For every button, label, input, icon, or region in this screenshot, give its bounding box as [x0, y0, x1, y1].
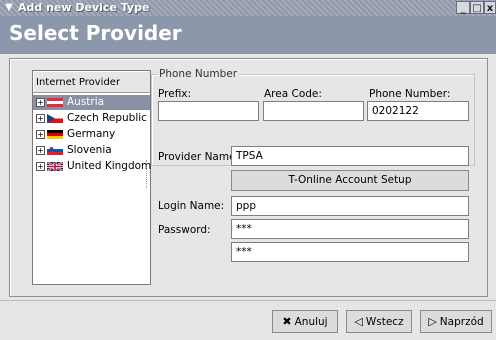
back-button-label: Wstecz — [365, 316, 404, 328]
cancel-icon: ✖ — [282, 315, 292, 328]
window-menu-icon[interactable]: ▼ — [2, 1, 16, 15]
expander-plus-icon[interactable]: + — [36, 162, 45, 171]
cancel-button-label: Anuluj — [294, 316, 328, 328]
expander-plus-icon[interactable]: + — [36, 130, 45, 139]
password-input[interactable]: *** — [231, 219, 469, 239]
tree-item-label: Germany — [67, 128, 116, 140]
close-button[interactable]: x — [484, 1, 496, 14]
tree-item-austria[interactable]: + Austria — [33, 95, 150, 110]
password-confirm-input[interactable]: *** — [231, 242, 469, 262]
login-name-label: Login Name: — [158, 200, 225, 212]
expander-plus-icon[interactable]: + — [36, 146, 45, 155]
tree-item-united-kingdom[interactable]: + United Kingdom — [33, 159, 152, 174]
tree-item-germany[interactable]: + Germany — [33, 127, 150, 142]
germany-flag-icon — [47, 130, 63, 139]
czech-flag-icon — [47, 114, 63, 123]
back-button[interactable]: ◁ Wstecz — [346, 310, 412, 333]
phone-number-legend: Phone Number — [157, 68, 240, 80]
provider-tree[interactable]: Internet Provider + Austria + Czech Repu… — [32, 70, 151, 285]
prefix-label: Prefix: — [158, 88, 192, 100]
forward-arrow-icon: ▷ — [428, 315, 437, 328]
area-code-label: Area Code: — [264, 88, 322, 100]
page-header: Select Provider — [0, 16, 496, 54]
uk-flag-icon — [47, 162, 63, 171]
austria-flag-icon — [47, 98, 63, 107]
expander-plus-icon[interactable]: + — [36, 98, 45, 107]
phone-number-label: Phone Number: — [369, 88, 451, 100]
online-account-setup-button[interactable]: T-Online Account Setup — [231, 170, 469, 191]
add-device-type-window: ▼ Add new Device Type _ □ x Select Provi… — [0, 0, 496, 340]
title-bar[interactable]: ▼ Add new Device Type _ □ x — [0, 0, 496, 16]
prefix-input[interactable] — [158, 101, 259, 121]
next-button[interactable]: ▷ Naprzód — [420, 310, 492, 333]
provider-name-input[interactable]: TPSA — [231, 146, 469, 166]
cancel-button[interactable]: ✖ Anuluj — [272, 310, 338, 333]
expander-plus-icon[interactable]: + — [36, 114, 45, 123]
back-arrow-icon: ◁ — [354, 315, 363, 328]
tree-item-label: Slovenia — [67, 144, 112, 156]
tree-item-slovenia[interactable]: + Slovenia — [33, 143, 150, 158]
maximize-button[interactable]: □ — [470, 1, 484, 14]
area-code-input[interactable] — [263, 101, 364, 121]
login-name-input[interactable]: ppp — [231, 196, 469, 216]
footer-separator — [0, 300, 496, 301]
minimize-button[interactable]: _ — [456, 1, 470, 14]
slovenia-flag-icon — [47, 146, 63, 155]
tree-column-header[interactable]: Internet Provider — [33, 71, 150, 93]
tree-item-label: Czech Republic — [67, 112, 147, 124]
next-button-label: Naprzód — [439, 316, 484, 328]
provider-name-label: Provider Name: — [158, 151, 240, 163]
tree-item-czech-republic[interactable]: + Czech Republic — [33, 111, 150, 126]
window-title: Add new Device Type — [18, 1, 150, 14]
phone-number-input[interactable]: 0202122 — [367, 101, 469, 121]
tree-item-label: Austria — [67, 96, 105, 108]
page-title: Select Provider — [9, 21, 182, 45]
password-label: Password: — [158, 224, 211, 236]
tree-item-label: United Kingdom — [67, 160, 152, 172]
